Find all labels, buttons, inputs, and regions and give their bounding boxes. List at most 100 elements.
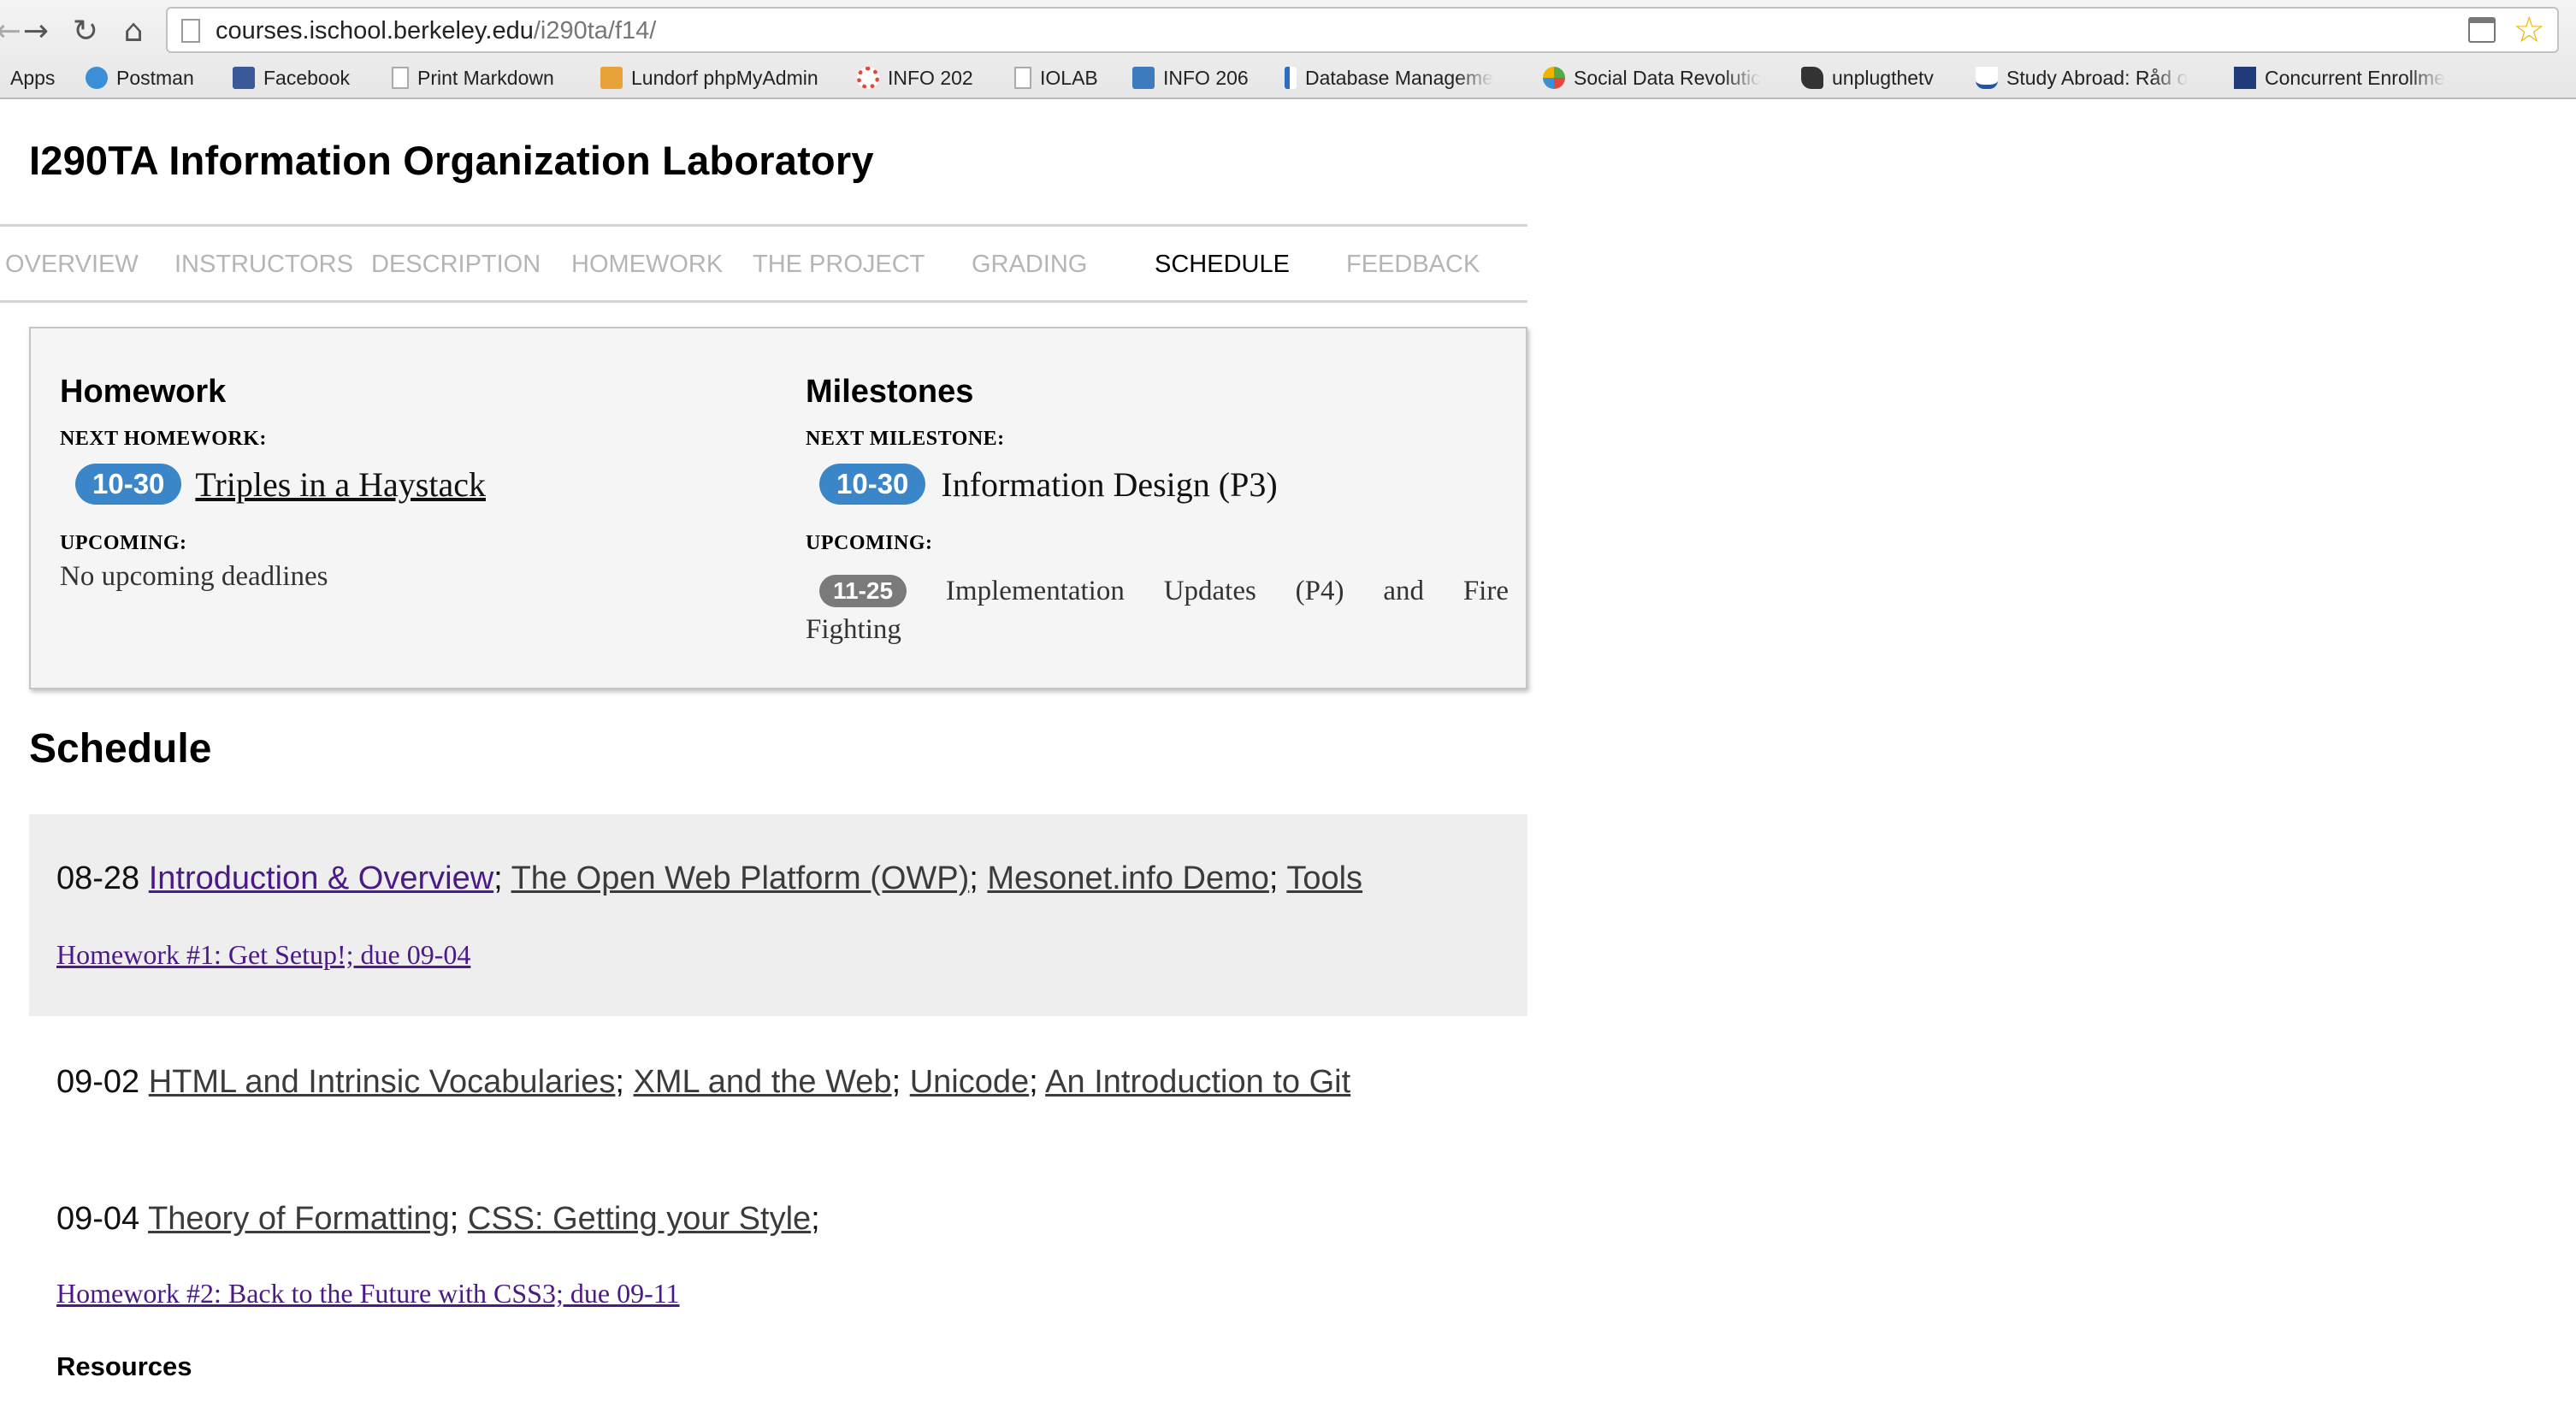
back-icon[interactable]: ←	[0, 9, 21, 53]
next-homework-label: NEXT HOMEWORK:	[60, 428, 267, 450]
browser-chrome: ← → ↻ ⌂ courses.ischool.berkeley.edu/i29…	[0, 0, 2576, 99]
bookmark-postman[interactable]: Postman	[86, 63, 194, 92]
day-topics: 09-04 Theory of Formatting; CSS: Getting…	[56, 1201, 820, 1237]
homework-column: Homework	[60, 373, 226, 411]
topic-link[interactable]: The Open Web Platform (OWP)	[511, 860, 970, 896]
calendar-icon[interactable]	[2468, 17, 2496, 43]
page-icon	[392, 67, 409, 89]
schedule-heading: Schedule	[29, 726, 212, 771]
next-homework-link[interactable]: Triples in a Haystack	[195, 464, 486, 505]
phpmyadmin-icon	[600, 67, 623, 89]
address-bar[interactable]: courses.ischool.berkeley.edu/i290ta/f14/…	[166, 7, 2559, 53]
nav-schedule[interactable]: SCHEDULE	[1155, 249, 1290, 280]
schedule-day-08-28: 08-28 Introduction & Overview; The Open …	[29, 814, 1527, 1016]
bookmark-print-markdown[interactable]: Print Markdown	[392, 63, 554, 92]
schedule-day-09-04: 09-04 Theory of Formatting; CSS: Getting…	[29, 1136, 1527, 1401]
topic-link[interactable]: Introduction & Overview	[149, 860, 493, 896]
homework-upcoming-label: UPCOMING:	[60, 532, 187, 554]
upcoming-milestone-word: Fire	[1462, 575, 1509, 606]
bookmark-concurrent-enrollment[interactable]: Concurrent Enrollme	[2234, 63, 2479, 92]
nav-homework[interactable]: HOMEWORK	[571, 249, 723, 280]
upcoming-milestone-word: Implementation	[945, 575, 1125, 606]
topic-link[interactable]: CSS: Getting your Style	[468, 1201, 811, 1237]
piazza-icon	[1132, 67, 1155, 89]
main-nav: OVERVIEW INSTRUCTORS DESCRIPTION HOMEWOR…	[0, 224, 1527, 303]
nav-instructors[interactable]: INSTRUCTORS	[174, 249, 353, 280]
url-text[interactable]: courses.ischool.berkeley.edu/i290ta/f14/	[216, 15, 656, 46]
ucb-icon	[2234, 67, 2256, 89]
site-title: I290TA Information Organization Laborato…	[29, 138, 874, 183]
bookmark-unplugthetv[interactable]: unplugthetv	[1801, 63, 1934, 92]
upcoming-milestone-word: (P4)	[1295, 575, 1344, 606]
url-path: /i290ta/f14/	[533, 17, 657, 44]
topic-link[interactable]: HTML and Intrinsic Vocabularies	[149, 1064, 616, 1100]
topic-link[interactable]: An Introduction to Git	[1045, 1064, 1350, 1100]
bookmark-label: INFO 206	[1163, 66, 1249, 89]
milestones-heading: Milestones	[806, 374, 974, 410]
ring-icon	[857, 67, 879, 89]
bookmark-label: Apps	[10, 66, 56, 89]
bookmark-social-data[interactable]: Social Data Revolutic	[1543, 63, 1781, 92]
homework-link[interactable]: Homework #1: Get Setup!; due 09-04	[56, 939, 470, 971]
bookmark-info-206[interactable]: INFO 206	[1132, 63, 1249, 92]
globe-icon	[86, 67, 108, 89]
topic-link[interactable]: Unicode	[910, 1064, 1029, 1100]
nav-feedback[interactable]: FEEDBACK	[1346, 249, 1480, 280]
bookmark-label: Postman	[116, 66, 194, 89]
homework-link[interactable]: Homework #2: Back to the Future with CSS…	[56, 1278, 680, 1309]
nav-the-project[interactable]: THE PROJECT	[753, 249, 925, 280]
homework-heading: Homework	[60, 374, 227, 410]
homework-upcoming-text: No upcoming deadlines	[60, 561, 328, 592]
bookmark-database-management[interactable]: Database Manageme	[1285, 63, 1517, 92]
next-homework: 10-30 Triples in a Haystack	[75, 464, 486, 505]
wave-icon	[1976, 67, 1998, 89]
page-icon	[181, 19, 200, 43]
page-icon	[1014, 67, 1031, 89]
next-milestone: 10-30 Information Design (P3)	[819, 464, 1278, 505]
bookmark-facebook[interactable]: Facebook	[233, 63, 350, 92]
bookmark-label: Concurrent Enrollme	[2265, 66, 2445, 89]
bookmark-label: Database Manageme	[1305, 66, 1493, 89]
upcoming-milestone-word: and	[1383, 575, 1424, 606]
bookmark-label: INFO 202	[888, 66, 973, 89]
milestones-column: Milestones	[806, 373, 973, 411]
milestone-upcoming-label: UPCOMING:	[806, 532, 933, 554]
plug-icon	[1801, 67, 1823, 89]
bookmark-study-abroad[interactable]: Study Abroad: Råd o	[1976, 63, 2208, 92]
bookmark-label: Print Markdown	[417, 66, 554, 89]
milestone-upcoming-line: 11-25 Implementation Updates (P4) and Fi…	[819, 575, 1509, 607]
bookmark-apps[interactable]: Apps	[10, 63, 55, 92]
upcoming-milestone-word: Updates	[1163, 575, 1256, 606]
topic-link[interactable]: Theory of Formatting	[148, 1201, 450, 1237]
upcoming-milestone-date-badge: 11-25	[819, 575, 907, 607]
forward-icon[interactable]: →	[17, 9, 55, 53]
pinwheel-icon	[1543, 67, 1565, 89]
next-milestone-label: NEXT MILESTONE:	[806, 428, 1005, 450]
topic-link[interactable]: Tools	[1286, 860, 1362, 896]
topic-link[interactable]: XML and the Web	[634, 1064, 892, 1100]
day-topics: 09-02 HTML and Intrinsic Vocabularies; X…	[56, 1064, 1351, 1100]
nav-description[interactable]: DESCRIPTION	[371, 249, 541, 280]
bookmark-label: IOLAB	[1040, 66, 1098, 89]
nav-grading[interactable]: GRADING	[972, 249, 1087, 280]
bookmark-label: Facebook	[263, 66, 351, 89]
schedule-day-09-02: 09-02 HTML and Intrinsic Vocabularies; X…	[29, 1016, 1527, 1136]
nav-overview[interactable]: OVERVIEW	[5, 249, 139, 280]
milestone-date-badge: 10-30	[819, 464, 926, 505]
reload-icon[interactable]: ↻	[67, 9, 104, 53]
upcoming-milestone-continued: Fighting	[806, 614, 901, 645]
bookmark-info-202[interactable]: INFO 202	[857, 63, 973, 92]
home-icon[interactable]: ⌂	[115, 9, 152, 53]
facebook-icon	[233, 67, 255, 89]
day-date: 09-02	[56, 1064, 149, 1100]
bookmark-label: unplugthetv	[1832, 66, 1934, 89]
next-milestone-title: Information Design (P3)	[941, 464, 1278, 504]
resources-heading: Resources	[56, 1351, 192, 1381]
star-icon[interactable]: ☆	[2513, 9, 2545, 51]
bookmark-phpmyadmin[interactable]: Lundorf phpMyAdmin	[600, 63, 818, 92]
topic-link[interactable]: Mesonet.info Demo	[987, 860, 1269, 896]
bookmark-iolab[interactable]: IOLAB	[1014, 63, 1098, 92]
bracket-icon	[1285, 67, 1297, 89]
bookmark-label: Lundorf phpMyAdmin	[631, 66, 818, 89]
bookmark-label: Study Abroad: Råd o	[2006, 66, 2189, 89]
